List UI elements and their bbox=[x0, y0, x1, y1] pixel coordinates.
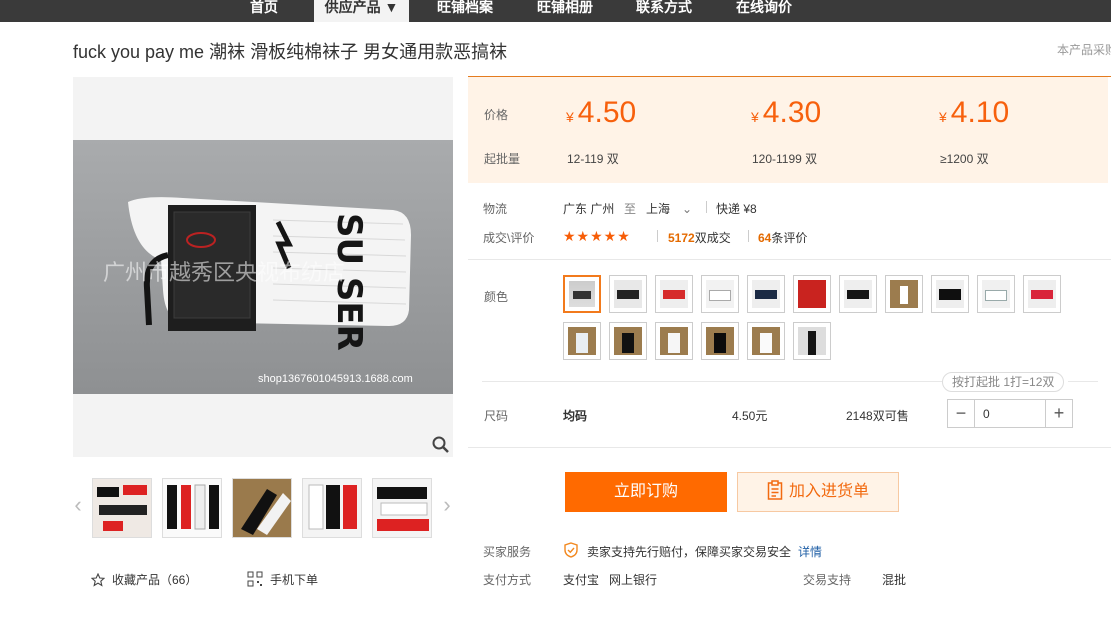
color-swatch-3[interactable] bbox=[655, 275, 693, 313]
buyer-service-label: 买家服务 bbox=[483, 545, 532, 559]
ship-from: 广东 广州 bbox=[563, 202, 615, 216]
color-swatch-7[interactable] bbox=[839, 275, 877, 313]
action-divider bbox=[468, 447, 1111, 448]
batch-hint: 按打起批 1打=12双 bbox=[942, 372, 1065, 392]
color-swatch-6[interactable] bbox=[793, 275, 831, 313]
color-swatch-11[interactable] bbox=[1023, 275, 1061, 313]
deals-label: 成交\评价 bbox=[483, 231, 535, 245]
shipping-fee: 快递 ¥8 bbox=[716, 202, 757, 216]
ship-to-city: 上海 bbox=[646, 202, 671, 216]
moq-tier-1: 12-119 双 bbox=[567, 152, 619, 166]
favorite-label: 收藏产品（66） bbox=[112, 573, 198, 587]
moq-tier-3: ≥1200 双 bbox=[940, 152, 989, 166]
review-count[interactable]: 64条评价 bbox=[758, 229, 807, 246]
top-nav: 首页 供应产品 ▼ 旺铺档案 旺铺相册 联系方式 在线询价 bbox=[0, 0, 1111, 22]
thumbnail-2[interactable] bbox=[162, 478, 222, 538]
thumbnail-5[interactable] bbox=[372, 478, 432, 538]
sku-price: 4.50元 bbox=[732, 409, 768, 423]
favorite-product[interactable]: 收藏产品（66） bbox=[90, 571, 198, 588]
sku-divider-right bbox=[1068, 381, 1098, 382]
price-tier-3: ¥4.10 bbox=[939, 96, 1010, 129]
trade-support-label: 交易支持 bbox=[803, 573, 852, 587]
size-value: 均码 bbox=[563, 409, 588, 423]
chevron-down-icon: ⌄ bbox=[682, 202, 693, 216]
payment-label: 支付方式 bbox=[483, 573, 532, 587]
service-details-link[interactable]: 详情 bbox=[798, 543, 822, 560]
image-url-watermark: shop1367601045913.1688.com bbox=[258, 373, 413, 385]
moq-tier-2: 120-1199 双 bbox=[752, 152, 818, 166]
color-swatch-4[interactable] bbox=[701, 275, 739, 313]
color-label: 颜色 bbox=[484, 290, 509, 304]
color-swatch-5[interactable] bbox=[747, 275, 785, 313]
chevron-right-icon[interactable]: › bbox=[440, 490, 454, 520]
section-divider bbox=[468, 259, 1111, 260]
color-swatch-8[interactable] bbox=[885, 275, 923, 313]
payment-method-bank: 网上银行 bbox=[609, 573, 658, 587]
color-swatch-12[interactable] bbox=[563, 322, 601, 360]
price-panel bbox=[468, 77, 1108, 183]
logistics-label: 物流 bbox=[483, 202, 508, 216]
nav-shop-profile[interactable]: 旺铺档案 bbox=[425, 0, 505, 22]
buyer-service-text: 卖家支持先行赔付，保障买家交易安全 bbox=[587, 545, 792, 559]
star-outline-icon bbox=[90, 572, 106, 587]
product-photo: SU SER 广州市越秀区央视布纺店 shop1367601045913.168… bbox=[73, 140, 453, 394]
sku-divider-left bbox=[482, 381, 942, 382]
color-swatch-9[interactable] bbox=[931, 275, 969, 313]
sku-stock: 2148双可售 bbox=[846, 409, 909, 423]
color-swatch-16[interactable] bbox=[747, 322, 785, 360]
color-swatch-10[interactable] bbox=[977, 275, 1015, 313]
add-to-cart-button[interactable]: 加入进货单 bbox=[737, 472, 899, 512]
nav-shop-album[interactable]: 旺铺相册 bbox=[525, 0, 605, 22]
chevron-left-icon[interactable]: ‹ bbox=[71, 490, 85, 520]
procurement-note[interactable]: 本产品采购 bbox=[1057, 41, 1111, 58]
mobile-order[interactable]: 手机下单 bbox=[247, 571, 318, 588]
ship-to-select[interactable]: 上海 ⌄ bbox=[646, 200, 692, 217]
deal-count[interactable]: 5172双成交 bbox=[668, 229, 731, 246]
quantity-input[interactable] bbox=[975, 400, 1045, 427]
main-product-image[interactable]: SU SER 广州市越秀区央视布纺店 shop1367601045913.168… bbox=[73, 77, 453, 457]
quantity-minus-button[interactable]: − bbox=[948, 400, 975, 427]
color-swatch-2[interactable] bbox=[609, 275, 647, 313]
shield-icon bbox=[563, 542, 579, 561]
quantity-plus-button[interactable]: + bbox=[1045, 400, 1072, 427]
ship-to-word: 至 bbox=[624, 202, 637, 216]
quantity-stepper: − + bbox=[947, 399, 1073, 428]
product-title: fuck you pay me 潮袜 滑板纯棉袜子 男女通用款恶搞袜 bbox=[73, 42, 508, 62]
clipboard-icon bbox=[767, 480, 783, 500]
mobile-order-label: 手机下单 bbox=[270, 573, 319, 587]
color-swatch-13[interactable] bbox=[609, 322, 647, 360]
price-tier-2: ¥4.30 bbox=[751, 96, 822, 129]
color-swatch-15[interactable] bbox=[701, 322, 739, 360]
thumbnail-4[interactable] bbox=[302, 478, 362, 538]
deals-divider bbox=[657, 230, 658, 242]
buy-now-button[interactable]: 立即订购 bbox=[565, 472, 727, 512]
nav-products[interactable]: 供应产品 ▼ bbox=[314, 0, 409, 22]
payment-method-alipay: 支付宝 bbox=[563, 573, 600, 587]
thumbnail-1[interactable] bbox=[92, 478, 152, 538]
nav-contact[interactable]: 联系方式 bbox=[624, 0, 704, 22]
nav-home[interactable]: 首页 bbox=[232, 0, 296, 22]
reviews-divider bbox=[748, 230, 749, 242]
size-label: 尺码 bbox=[484, 409, 509, 423]
qr-code-icon bbox=[247, 571, 263, 587]
thumbnail-3[interactable] bbox=[232, 478, 292, 538]
color-swatch-17[interactable] bbox=[793, 322, 831, 360]
add-to-cart-label: 加入进货单 bbox=[788, 483, 869, 500]
trade-support-value: 混批 bbox=[882, 573, 907, 587]
color-swatch-1[interactable] bbox=[563, 275, 601, 313]
magnifier-icon[interactable] bbox=[431, 435, 451, 455]
logistics-divider bbox=[706, 201, 707, 213]
color-swatch-14[interactable] bbox=[655, 322, 693, 360]
rating-stars: ★★★★★ bbox=[563, 228, 631, 244]
nav-inquiry[interactable]: 在线询价 bbox=[724, 0, 804, 22]
price-label: 价格 bbox=[484, 108, 509, 122]
price-tier-1: ¥4.50 bbox=[566, 96, 637, 129]
moq-label: 起批量 bbox=[484, 152, 521, 166]
image-watermark: 广州市越秀区央视布纺店 bbox=[103, 261, 345, 286]
